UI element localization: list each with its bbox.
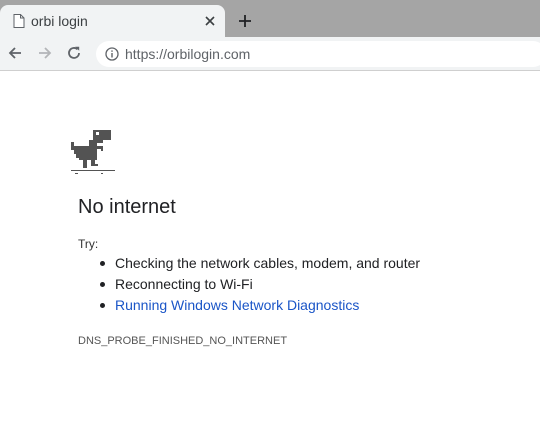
- browser-tab[interactable]: orbi login: [0, 5, 225, 37]
- address-bar[interactable]: https://orbilogin.com: [96, 41, 540, 67]
- arrow-left-icon[interactable]: [5, 43, 25, 63]
- dinosaur-icon: [71, 130, 115, 176]
- list-item: Checking the network cables, modem, and …: [78, 253, 420, 274]
- list-item: Running Windows Network Diagnostics: [78, 295, 420, 316]
- bullet: [100, 303, 105, 308]
- plus-icon[interactable]: [235, 11, 255, 31]
- arrow-right-icon[interactable]: [35, 43, 55, 63]
- network-diagnostics-link[interactable]: Running Windows Network Diagnostics: [115, 297, 359, 313]
- error-code: DNS_PROBE_FINISHED_NO_INTERNET: [78, 335, 288, 347]
- suggestion-list: Checking the network cables, modem, and …: [78, 253, 420, 316]
- bullet: [100, 261, 105, 266]
- close-icon[interactable]: [202, 13, 218, 29]
- info-icon[interactable]: [105, 47, 119, 61]
- browser-toolbar: https://orbilogin.com: [0, 37, 540, 71]
- try-label: Try:: [78, 237, 99, 251]
- tab-title: orbi login: [31, 13, 88, 29]
- suggestion-text: Reconnecting to Wi-Fi: [115, 276, 253, 292]
- suggestion-text: Checking the network cables, modem, and …: [115, 255, 421, 271]
- page-title: No internet: [78, 196, 176, 218]
- url-text[interactable]: https://orbilogin.com: [125, 46, 250, 62]
- list-item: Reconnecting to Wi-Fi: [78, 274, 420, 295]
- reload-icon[interactable]: [64, 43, 84, 63]
- bullet: [100, 282, 105, 287]
- tab-strip: orbi login: [0, 0, 540, 37]
- page-icon: [13, 14, 25, 28]
